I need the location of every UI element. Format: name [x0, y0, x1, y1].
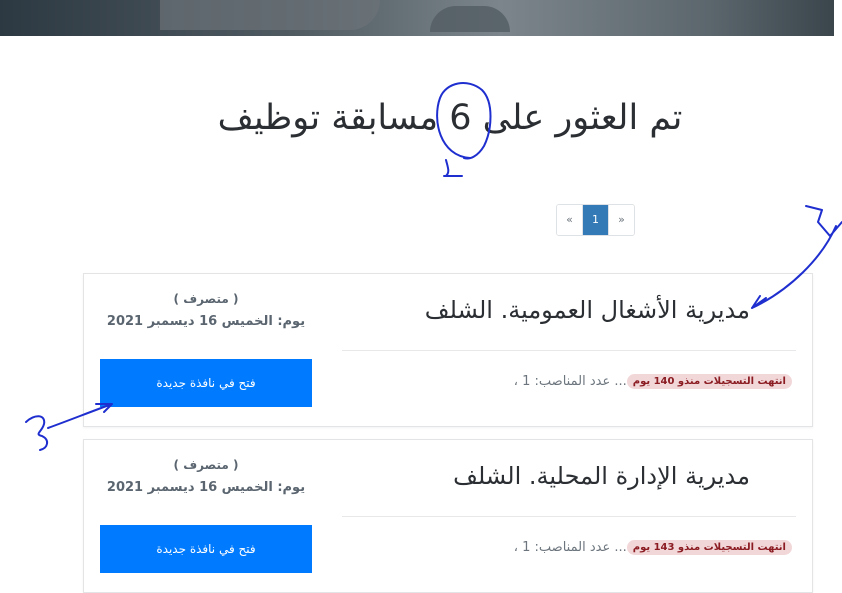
open-new-window-button[interactable]: فتح في نافذة جديدة [100, 525, 312, 573]
status-badge: انتهت التسجيلات منذو 140 يوم [626, 374, 792, 389]
pagination: « 1 » [556, 204, 635, 236]
job-status: ( متصرف ) [173, 292, 239, 306]
job-status: ( متصرف ) [173, 458, 239, 472]
positions-count: ... عدد المناصب: 1 ، [513, 374, 627, 389]
job-meta: ... عدد المناصب: 1 ، انتهت التسجيلات منذ… [514, 540, 796, 555]
job-card: ( متصرف ) يوم: الخميس 16 ديسمبر 2021 فتح… [83, 439, 813, 593]
job-meta: ... عدد المناصب: 1 ، انتهت التسجيلات منذ… [514, 374, 796, 389]
positions-count: ... عدد المناصب: 1 ، [513, 540, 627, 555]
hero-banner-image [0, 0, 834, 36]
results-headline: تم العثور على 6 مسابقة توظيف [217, 98, 683, 138]
open-new-window-button[interactable]: فتح في نافذة جديدة [100, 359, 312, 407]
job-card: ( متصرف ) يوم: الخميس 16 ديسمبر 2021 فتح… [83, 273, 813, 427]
card-divider [342, 516, 796, 517]
pagination-prev[interactable]: « [557, 205, 582, 235]
pagination-next[interactable]: » [608, 205, 634, 235]
job-date: يوم: الخميس 16 ديسمبر 2021 [106, 480, 306, 495]
job-title-link[interactable]: مديرية الأشغال العمومية. الشلف [425, 296, 750, 324]
job-title-link[interactable]: مديرية الإدارة المحلية. الشلف [453, 462, 750, 490]
status-badge: انتهت التسجيلات منذو 143 يوم [626, 540, 792, 555]
card-divider [342, 350, 796, 351]
pagination-page-current[interactable]: 1 [582, 205, 608, 235]
job-date: يوم: الخميس 16 ديسمبر 2021 [106, 314, 306, 329]
hero-image-shape [160, 0, 380, 30]
hero-image-shape [430, 6, 510, 32]
